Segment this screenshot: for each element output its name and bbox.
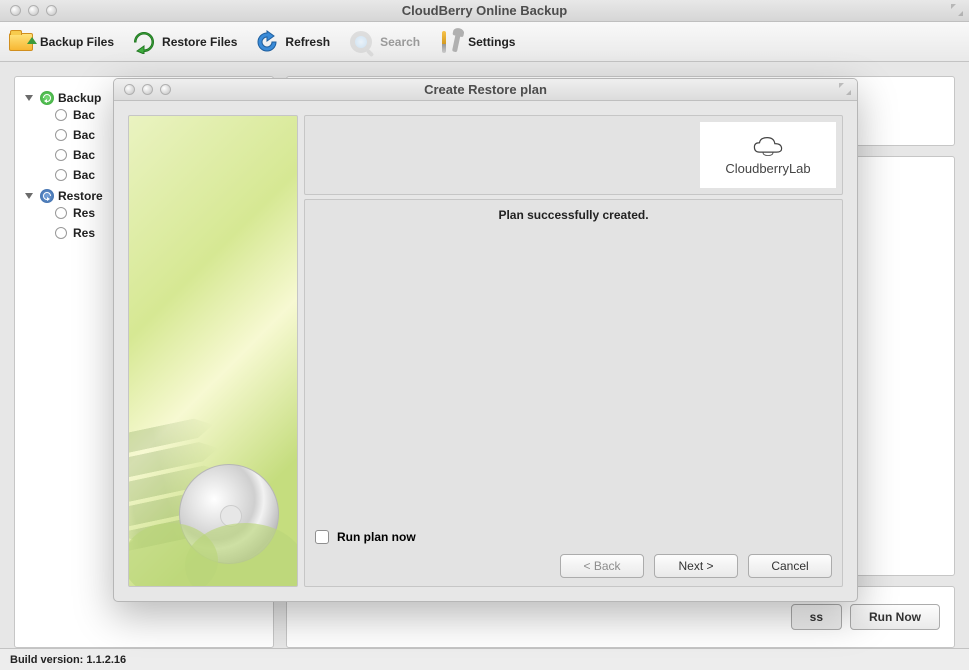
settings-icon [438,30,462,54]
folder-backup-icon [8,29,34,55]
restore-arrow-icon [132,30,156,54]
backup-files-label: Backup Files [40,35,114,49]
dialog-maximize-icon[interactable] [839,83,851,95]
plan-item-label: Bac [73,168,95,182]
create-restore-plan-dialog: Create Restore plan CloudberryLab Plan s… [113,78,858,602]
chevron-down-icon [25,95,33,101]
refresh-button[interactable]: Refresh [255,30,330,54]
cloudberry-logo: CloudberryLab [700,122,836,188]
obscured-action-button[interactable]: ss [791,604,842,630]
run-now-button[interactable]: Run Now [850,604,940,630]
backup-header-label: Backup [58,91,101,105]
main-titlebar: CloudBerry Online Backup [0,0,969,22]
dialog-zoom-button[interactable] [160,84,171,95]
plan-item-label: Res [73,206,95,220]
backup-category-icon [40,91,54,105]
plan-item-label: Bac [73,128,95,142]
dialog-body: CloudberryLab Plan successfully created.… [114,101,857,601]
run-plan-now-checkbox[interactable] [315,530,329,544]
wizard-buttons: < Back Next > Cancel [315,554,832,578]
maximize-icon[interactable] [951,4,963,16]
run-plan-now-row[interactable]: Run plan now [315,530,832,544]
settings-label: Settings [468,35,515,49]
back-button[interactable]: < Back [560,554,644,578]
window-controls [0,5,57,16]
radio-icon [55,169,67,181]
zoom-window-button[interactable] [46,5,57,16]
search-icon [348,29,374,55]
brand-text: CloudberryLab [725,161,810,176]
close-window-button[interactable] [10,5,21,16]
run-plan-now-label: Run plan now [337,530,416,544]
backup-files-button[interactable]: Backup Files [8,29,114,55]
settings-button[interactable]: Settings [438,30,515,54]
refresh-icon [255,30,279,54]
next-button[interactable]: Next > [654,554,738,578]
status-bar: Build version: 1.1.2.16 [0,648,969,670]
chevron-down-icon [25,193,33,199]
restore-category-icon [40,189,54,203]
dialog-titlebar: Create Restore plan [114,79,857,101]
dialog-minimize-button[interactable] [142,84,153,95]
radio-icon [55,207,67,219]
radio-icon [55,109,67,121]
search-button[interactable]: Search [348,29,420,55]
dialog-close-button[interactable] [124,84,135,95]
wizard-main-panel: Plan successfully created. Run plan now … [304,199,843,587]
wizard-header: CloudberryLab [304,115,843,195]
radio-icon [55,149,67,161]
dialog-window-controls [114,84,171,95]
wizard-content: CloudberryLab Plan successfully created.… [304,115,843,587]
restore-files-button[interactable]: Restore Files [132,30,237,54]
build-version-label: Build version: 1.1.2.16 [10,654,126,666]
cloud-graphic [128,500,298,580]
minimize-window-button[interactable] [28,5,39,16]
plan-item-label: Bac [73,108,95,122]
plan-item-label: Bac [73,148,95,162]
radio-icon [55,227,67,239]
main-window-title: CloudBerry Online Backup [0,3,969,18]
radio-icon [55,129,67,141]
search-label: Search [380,35,420,49]
refresh-label: Refresh [285,35,330,49]
restore-files-label: Restore Files [162,35,237,49]
dialog-title: Create Restore plan [114,82,857,97]
plan-item-label: Res [73,226,95,240]
success-message: Plan successfully created. [315,208,832,222]
cancel-button[interactable]: Cancel [748,554,832,578]
restore-header-label: Restore [58,189,103,203]
wizard-sidebar-graphic [128,115,298,587]
main-toolbar: Backup Files Restore Files Refresh Searc… [0,22,969,62]
